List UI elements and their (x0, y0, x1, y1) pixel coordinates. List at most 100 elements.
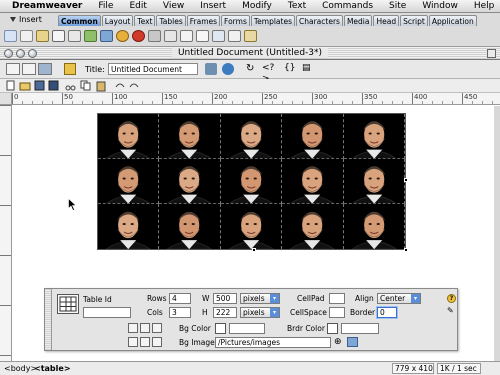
tab-tables[interactable]: Tables (156, 15, 186, 26)
portrait-image[interactable] (343, 114, 405, 159)
width-field[interactable]: 500 (213, 293, 237, 304)
portrait-image[interactable] (220, 159, 283, 204)
portrait-image[interactable] (343, 204, 405, 249)
menu-site[interactable]: Site (389, 1, 406, 11)
tab-layout[interactable]: Layout (101, 15, 134, 26)
email-link-icon[interactable] (20, 30, 33, 42)
portrait-image[interactable] (282, 159, 344, 204)
save-all-icon[interactable] (48, 80, 59, 91)
portrait-image[interactable] (98, 114, 160, 159)
save-icon[interactable] (34, 80, 45, 91)
height-unit-select[interactable]: pixels ▾ (240, 307, 280, 318)
bg-color-swatch[interactable] (215, 323, 226, 334)
image-placeholder-icon[interactable] (100, 30, 113, 42)
portrait-image[interactable] (98, 204, 160, 249)
border-field[interactable]: 0 (377, 307, 397, 318)
convert-heights-percent-icon[interactable] (152, 337, 162, 347)
portrait-image[interactable] (159, 204, 221, 249)
menu-text[interactable]: Text (288, 1, 306, 11)
view-options-icon[interactable]: ▤ (302, 63, 314, 75)
menu-view[interactable]: View (163, 1, 184, 11)
convert-widths-percent-icon[interactable] (152, 323, 162, 333)
quick-tag-editor-icon[interactable]: ✎ (447, 306, 456, 315)
date-icon[interactable] (196, 30, 209, 42)
border-color-field[interactable] (341, 323, 379, 334)
collapse-window-icon[interactable] (487, 49, 496, 58)
resize-handle[interactable] (404, 248, 408, 252)
preview-browser-icon[interactable] (222, 63, 234, 75)
named-anchor-icon[interactable] (36, 30, 49, 42)
cellspace-field[interactable] (329, 307, 345, 318)
open-icon[interactable] (19, 82, 31, 91)
cut-icon[interactable] (65, 85, 76, 91)
ruler-origin[interactable] (0, 93, 12, 105)
tabular-data-icon[interactable] (212, 30, 225, 42)
live-data-icon[interactable] (64, 63, 76, 75)
menu-help[interactable]: Help (474, 1, 495, 11)
browse-folder-icon[interactable] (347, 337, 358, 347)
tab-frames[interactable]: Frames (186, 15, 221, 26)
tab-characters[interactable]: Characters (296, 15, 343, 26)
refresh-icon[interactable]: ↻ (246, 63, 258, 75)
file-management-icon[interactable] (205, 63, 217, 75)
portrait-image[interactable] (159, 114, 221, 159)
collapse-triangle-icon[interactable] (10, 17, 16, 22)
image-icon[interactable] (84, 30, 97, 42)
portrait-image[interactable] (98, 159, 160, 204)
vertical-scrollbar[interactable] (494, 106, 500, 361)
width-unit-select[interactable]: pixels ▾ (240, 293, 280, 304)
flash-icon[interactable] (132, 30, 145, 42)
tag-selector-body[interactable]: <body> (4, 364, 37, 373)
point-to-file-icon[interactable]: ⊕ (334, 337, 344, 347)
tab-application[interactable]: Application (428, 15, 477, 26)
design-view-icon[interactable] (38, 63, 52, 75)
tab-head[interactable]: Head (373, 15, 400, 26)
portrait-image[interactable] (220, 114, 283, 159)
tab-text[interactable]: Text (134, 15, 156, 26)
horizontal-rule-icon[interactable] (180, 30, 193, 42)
portrait-image[interactable] (282, 114, 344, 159)
border-color-swatch[interactable] (327, 323, 338, 334)
menu-dreamweaver[interactable]: Dreamweaver (12, 1, 82, 11)
document-title-input[interactable]: Untitled Document (108, 63, 198, 75)
tab-media[interactable]: Media (343, 15, 373, 26)
bg-image-field[interactable]: /Pictures/images (215, 337, 331, 348)
tag-selector-table[interactable]: <table> (34, 364, 71, 373)
clear-column-widths-icon[interactable] (128, 337, 138, 347)
split-view-icon[interactable] (22, 63, 36, 75)
document-title-bar[interactable]: Untitled Document (Untitled-3*) (0, 47, 500, 60)
code-view-icon[interactable] (6, 63, 20, 75)
image-table[interactable] (97, 113, 408, 252)
redo-icon[interactable] (129, 83, 139, 88)
table-icon[interactable] (52, 30, 65, 42)
property-inspector-grip[interactable] (45, 289, 52, 350)
insert-bar-title[interactable]: Insert (10, 15, 42, 24)
tag-chooser-icon[interactable] (244, 30, 257, 42)
height-field[interactable]: 222 (213, 307, 237, 318)
menu-edit[interactable]: Edit (129, 1, 146, 11)
menu-insert[interactable]: Insert (200, 1, 226, 11)
paste-icon[interactable] (96, 81, 106, 92)
tab-common[interactable]: Common (58, 15, 101, 26)
menu-window[interactable]: Window (422, 1, 458, 11)
resize-handle[interactable] (404, 177, 408, 182)
menu-modify[interactable]: Modify (242, 1, 272, 11)
fireworks-html-icon[interactable] (116, 30, 129, 42)
copy-icon[interactable] (80, 80, 91, 91)
convert-heights-pixels-icon[interactable] (140, 337, 150, 347)
layer-icon[interactable] (68, 30, 81, 42)
portrait-image[interactable] (159, 159, 221, 204)
window-size-popup[interactable]: 779 x 410 (392, 363, 434, 374)
clear-row-heights-icon[interactable] (128, 323, 138, 333)
code-navigation-icon[interactable]: {} (284, 63, 296, 75)
resize-handle[interactable] (251, 248, 256, 252)
new-document-icon[interactable] (6, 80, 15, 91)
table-id-field[interactable] (83, 307, 131, 318)
undo-icon[interactable] (115, 83, 125, 88)
reference-icon[interactable]: <?> (262, 63, 274, 84)
convert-widths-pixels-icon[interactable] (140, 323, 150, 333)
portrait-image[interactable] (220, 204, 283, 249)
comment-icon[interactable] (228, 30, 241, 42)
tab-forms[interactable]: Forms (221, 15, 250, 26)
tab-script[interactable]: Script (400, 15, 428, 26)
